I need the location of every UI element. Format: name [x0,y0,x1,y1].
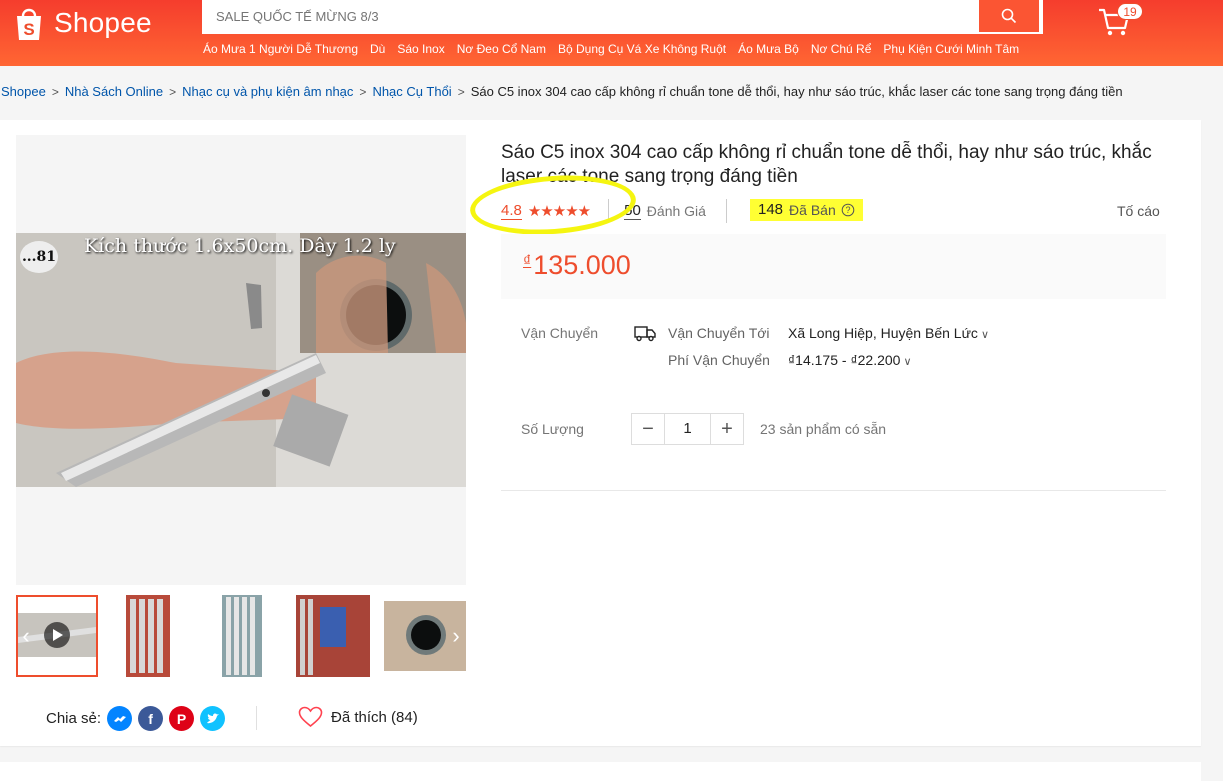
ship-to-label: Vận Chuyển Tới [668,325,770,341]
hotword-link[interactable]: Nơ Chú Rể [811,42,872,56]
share-label: Chia sẻ: [46,710,102,727]
shipping-label: Vận Chuyển [521,325,599,341]
chevron-right-icon: > [51,84,59,99]
hotword-link[interactable]: Áo Mưa Bộ [738,42,799,56]
thumbnail-carousel: ‹ › [16,595,466,677]
heart-icon [298,706,323,728]
chevron-down-icon: ∨ [980,329,989,341]
sold-label: Đã Bán [789,201,836,218]
divider [725,199,727,223]
messenger-icon[interactable] [107,706,133,731]
thumbnail-image[interactable] [204,595,286,677]
chevron-right-icon: > [457,84,465,99]
flutes-thumbnail-art [204,595,286,677]
twitter-icon[interactable] [200,706,226,731]
help-icon[interactable]: ? [841,203,855,217]
hotword-link[interactable]: Sáo Inox [397,42,444,56]
hotword-link[interactable]: Phụ Kiện Cưới Minh Tâm [883,42,1019,56]
increase-quantity-button[interactable]: + [711,414,743,444]
hotwords-bar: Áo Mưa 1 Người Dễ Thương Dù Sáo Inox Nơ … [203,42,1019,56]
logo-text: Shopee [54,7,152,38]
thumbnail-image[interactable] [296,595,378,677]
cart-count-badge: 19 [1117,3,1143,20]
chevron-right-icon: > [169,84,177,99]
report-link[interactable]: Tố cáo [1117,203,1160,219]
sold-count: 148 [758,201,784,218]
currency-symbol: ₫ [523,253,532,270]
product-main-image[interactable]: ...81 Kích thước 1.6x50cm. Dây 1.2 ly [16,135,466,585]
quantity-label: Số Lượng [521,421,584,437]
breadcrumb-link[interactable]: Nhà Sách Online [65,84,163,99]
svg-text:?: ? [845,205,850,215]
shopping-bag-icon: S [17,8,41,40]
hotword-link[interactable]: Áo Mưa 1 Người Dễ Thương [203,42,358,56]
price-box: ₫ 135.000 [501,234,1166,299]
flutes-thumbnail-art [296,595,378,677]
search-button[interactable] [979,0,1039,32]
price-value: 135.000 [533,250,631,280]
quantity-stepper: − 1 + [631,413,744,445]
top-header: S Shopee 19 Áo Mưa 1 Người Dễ Thương Dù … [0,0,1223,66]
decrease-quantity-button[interactable]: − [632,414,664,444]
search-icon [1001,8,1017,24]
ship-to-selector[interactable]: Xã Long Hiệp, Huyện Bến Lức ∨ [788,325,989,341]
shipping-fee-value: ₫14.175 - ₫22.200 [788,352,901,368]
chevron-right-icon: > [359,84,367,99]
pinterest-icon[interactable]: P [169,706,195,731]
carousel-prev-icon[interactable]: ‹ [16,623,36,649]
quantity-input[interactable]: 1 [664,414,711,444]
channel-badge: ...81 [20,241,58,273]
flutes-thumbnail-art [112,595,194,677]
share-row: Chia sẻ: f P [46,706,226,731]
share-divider [256,706,257,730]
flute-photo-art [16,233,466,487]
search-bar [202,0,1043,34]
shopee-logo[interactable]: S Shopee [10,4,152,42]
hotword-link[interactable]: Dù [370,42,385,56]
image-caption: Kích thước 1.6x50cm. Dây 1.2 ly [84,235,396,257]
search-input[interactable] [216,0,976,32]
chevron-down-icon: ∨ [903,356,912,368]
breadcrumb-link[interactable]: Nhạc cụ và phụ kiện âm nhạc [182,84,353,99]
hotword-link[interactable]: Nơ Đeo Cổ Nam [457,42,546,56]
svg-text:S: S [23,20,34,39]
like-count: Đã thích (84) [331,708,418,726]
like-button[interactable]: Đã thích (84) [298,706,418,728]
review-label: Đánh Giá [646,203,706,219]
thumbnail-image[interactable] [112,595,194,677]
facebook-icon[interactable]: f [138,706,164,731]
stock-available: 23 sản phẩm có sẵn [760,421,887,437]
breadcrumb: Shopee > Nhà Sách Online > Nhạc cụ và ph… [1,84,1123,99]
breadcrumb-link[interactable]: Shopee [1,84,46,99]
shipping-fee-label: Phí Vận Chuyển [668,352,770,368]
section-divider [501,490,1166,491]
shipping-fee-selector[interactable]: ₫14.175 - ₫22.200 ∨ [788,352,912,368]
price: ₫ 135.000 [523,250,631,281]
sold-info: 148 Đã Bán ? [758,201,855,218]
carousel-next-icon[interactable]: › [446,623,466,649]
breadcrumb-current: Sáo C5 inox 304 cao cấp không rỉ chuẩn t… [470,84,1123,99]
truck-icon [634,326,656,342]
next-section-card [0,762,1201,781]
hotword-link[interactable]: Bộ Dụng Cụ Vá Xe Không Ruột [558,42,726,56]
product-photo: ...81 Kích thước 1.6x50cm. Dây 1.2 ly [16,233,466,487]
ship-to-value: Xã Long Hiệp, Huyện Bến Lức [788,325,978,341]
breadcrumb-link[interactable]: Nhạc Cụ Thổi [372,84,451,99]
